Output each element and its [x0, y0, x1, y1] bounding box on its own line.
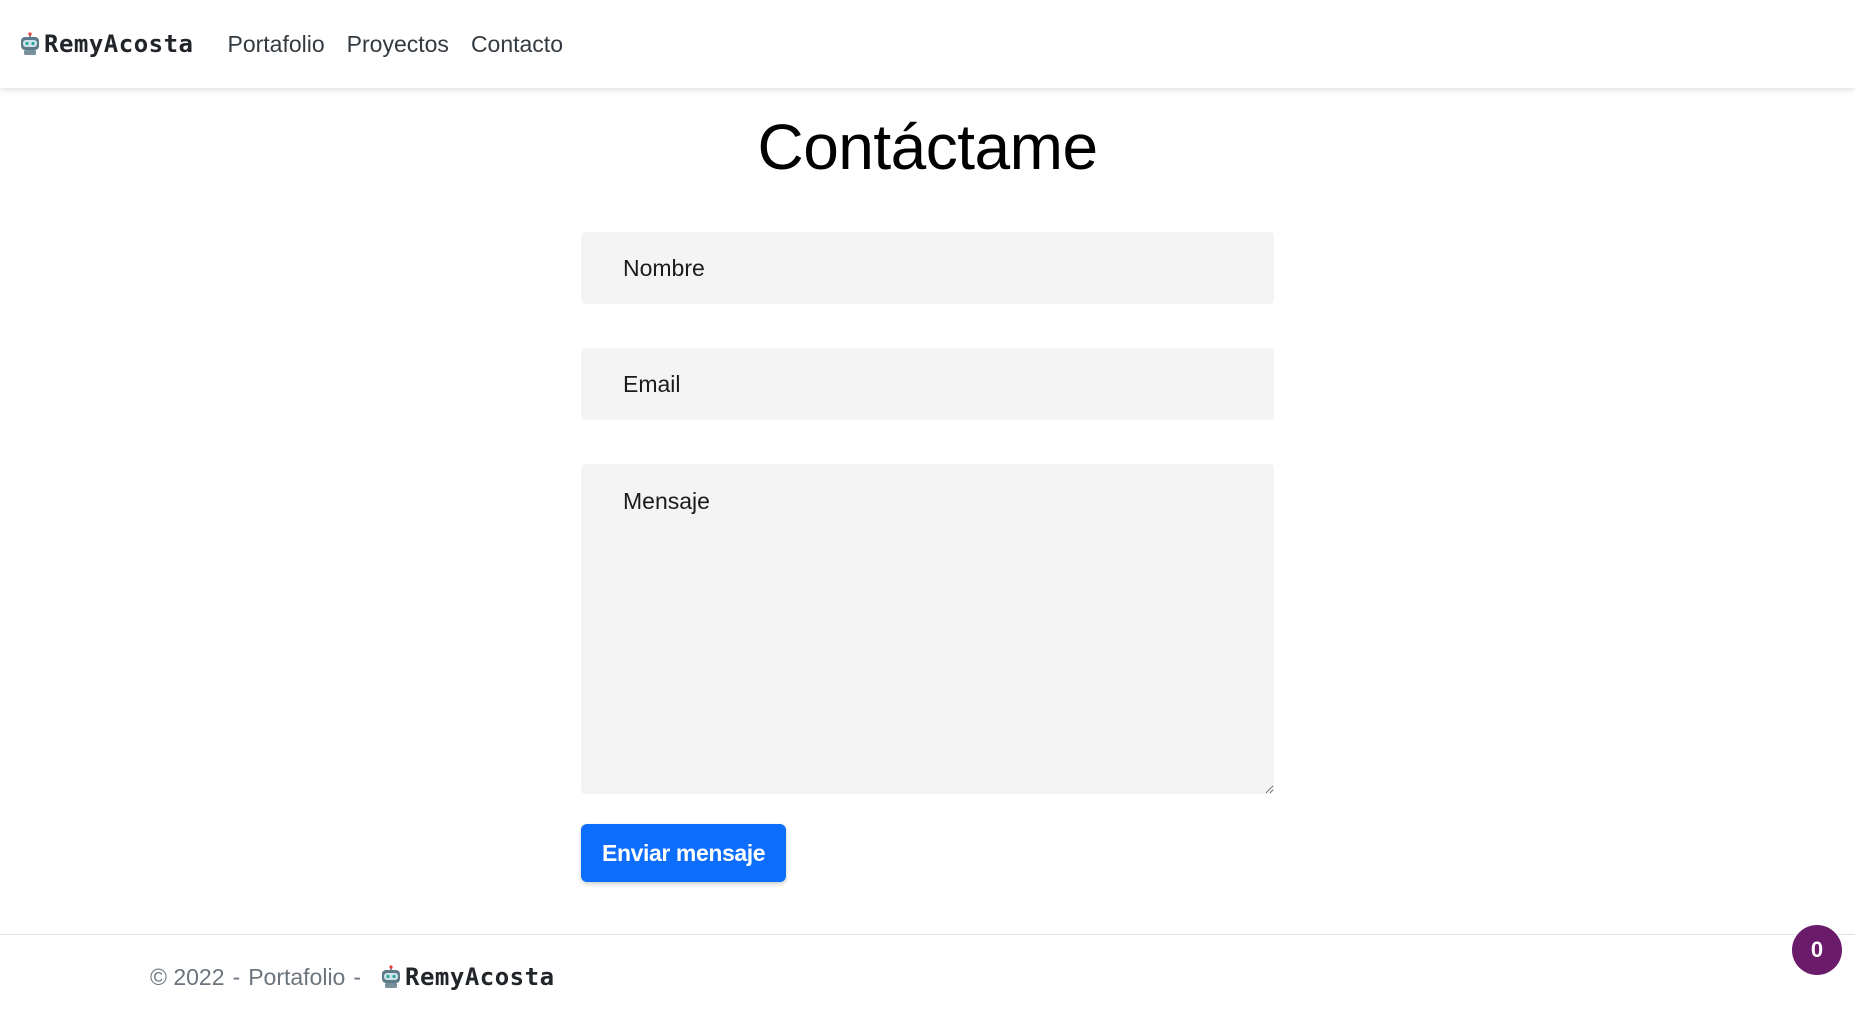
footer-brand-text: RemyAcosta	[405, 963, 555, 991]
brand-text: RemyAcosta	[44, 30, 194, 58]
nav-links: Portafolio Proyectos Contacto	[228, 31, 564, 58]
page-title: Contáctame	[757, 111, 1098, 183]
footer-copyright: © 2022	[150, 963, 225, 990]
nav-link-portafolio[interactable]: Portafolio	[228, 31, 325, 58]
robot-icon	[379, 965, 403, 989]
footer: © 2022 - Portafolio - RemyAcosta	[0, 934, 1855, 1020]
footer-section: Portafolio	[248, 963, 346, 990]
robot-icon	[18, 32, 42, 56]
message-textarea[interactable]	[581, 464, 1274, 794]
footer-brand: RemyAcosta	[379, 963, 555, 991]
footer-separator-2: -	[353, 963, 362, 990]
email-input[interactable]	[581, 348, 1274, 420]
send-message-button[interactable]: Enviar mensaje	[581, 824, 787, 882]
navbar: RemyAcosta Portafolio Proyectos Contacto	[0, 0, 1855, 88]
name-input[interactable]	[581, 232, 1274, 304]
footer-separator: -	[232, 963, 241, 990]
footer-content: © 2022 - Portafolio - RemyAcosta	[150, 963, 555, 991]
nav-link-proyectos[interactable]: Proyectos	[347, 31, 449, 58]
brand-link[interactable]: RemyAcosta	[18, 30, 194, 58]
counter-badge[interactable]: 0	[1792, 925, 1842, 975]
nav-link-contacto[interactable]: Contacto	[471, 31, 563, 58]
contact-form: Enviar mensaje	[581, 232, 1274, 882]
